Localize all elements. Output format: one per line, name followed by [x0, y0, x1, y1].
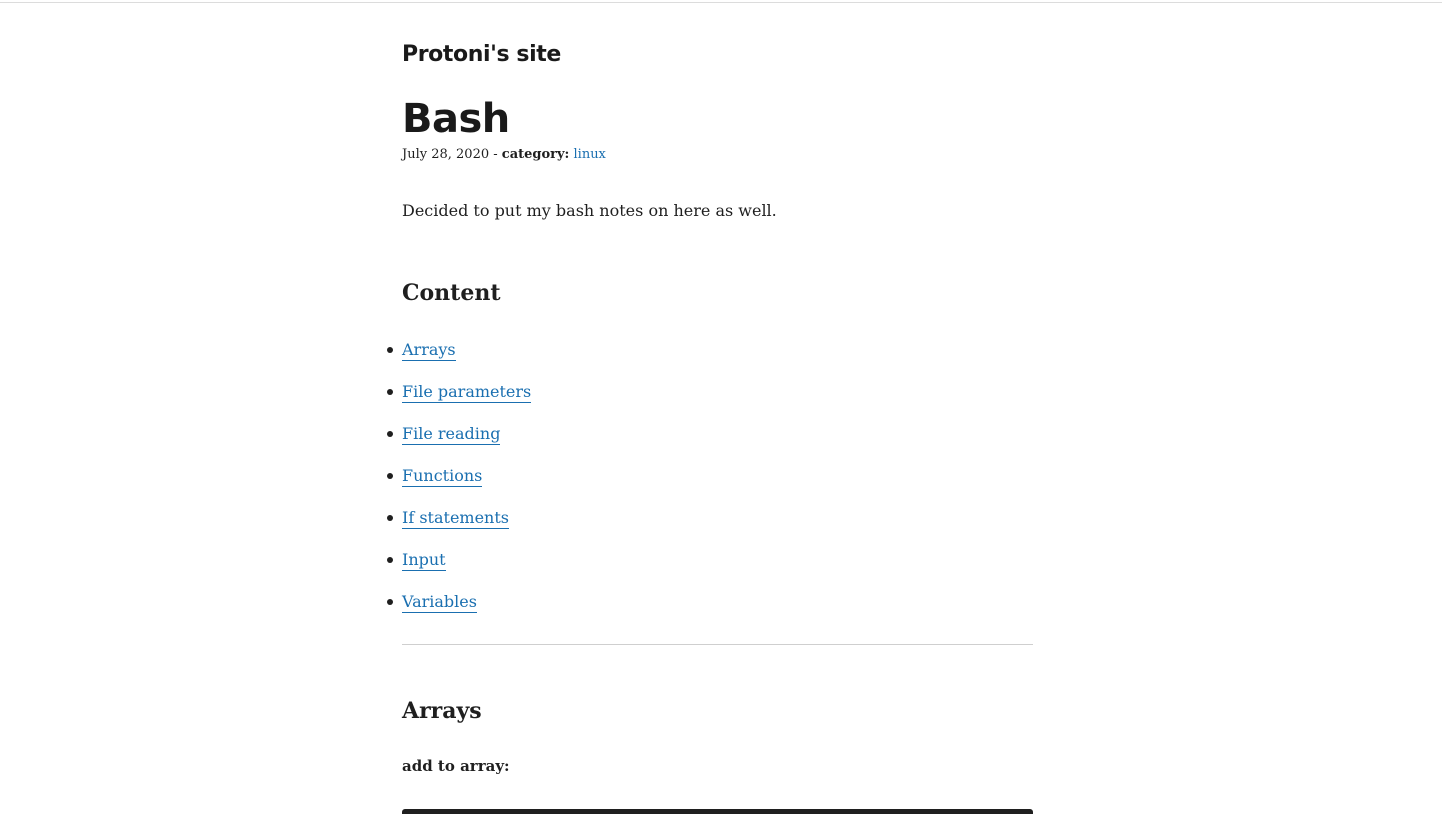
bullet-icon — [387, 431, 393, 437]
toc-link-file-parameters[interactable]: File parameters — [402, 382, 532, 403]
toc-item-file-parameters: File parameters — [387, 380, 532, 422]
add-to-array-label: add to array: — [402, 757, 510, 775]
toc-item-arrays: Arrays — [387, 338, 531, 380]
bullet-icon — [387, 389, 393, 395]
meta-separator: - — [489, 147, 502, 162]
toc-link-input[interactable]: Input — [402, 550, 446, 571]
toc-item-input: Input — [387, 548, 531, 590]
toc-link-variables[interactable]: Variables — [402, 592, 477, 613]
bullet-icon — [387, 473, 393, 479]
bullet-icon — [387, 515, 393, 521]
section-divider — [402, 644, 1033, 645]
toc-link-arrays[interactable]: Arrays — [402, 340, 456, 361]
arrays-heading: Arrays — [402, 698, 482, 724]
toc-item-file-reading: File reading — [387, 422, 531, 464]
post-meta: July 28, 2020 - category: linux — [402, 147, 606, 162]
content-heading: Content — [402, 280, 501, 306]
bullet-icon — [387, 557, 393, 563]
category-label: category: — [501, 147, 570, 162]
site-title[interactable]: Protoni's site — [402, 42, 561, 67]
post-date: July 28, 2020 — [402, 147, 490, 162]
table-of-contents: Arrays File parameters File reading Func… — [387, 338, 532, 632]
category-link[interactable]: linux — [574, 147, 606, 162]
toc-link-functions[interactable]: Functions — [402, 466, 483, 487]
toc-link-file-reading[interactable]: File reading — [402, 424, 501, 445]
toc-item-functions: Functions — [387, 464, 531, 506]
code-block[interactable] — [402, 809, 1033, 814]
bullet-icon — [387, 599, 393, 605]
top-border — [0, 2, 1442, 3]
bullet-icon — [387, 347, 393, 353]
toc-item-if-statements: If statements — [387, 506, 531, 548]
toc-link-if-statements[interactable]: If statements — [402, 508, 509, 529]
toc-item-variables: Variables — [387, 590, 531, 632]
intro-text: Decided to put my bash notes on here as … — [402, 201, 777, 220]
page-title: Bash — [402, 96, 510, 142]
